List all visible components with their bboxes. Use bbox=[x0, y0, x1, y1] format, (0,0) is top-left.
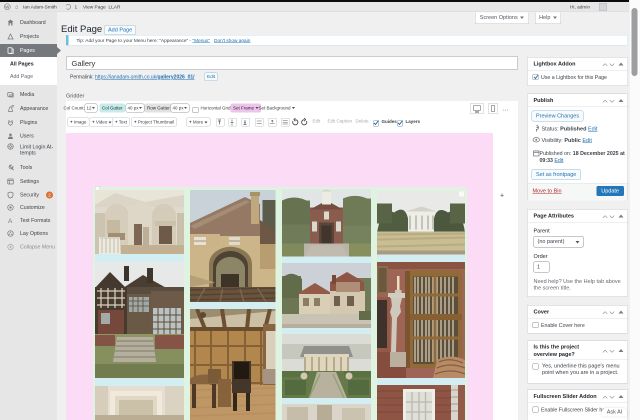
svg-text:A: A bbox=[8, 218, 13, 224]
